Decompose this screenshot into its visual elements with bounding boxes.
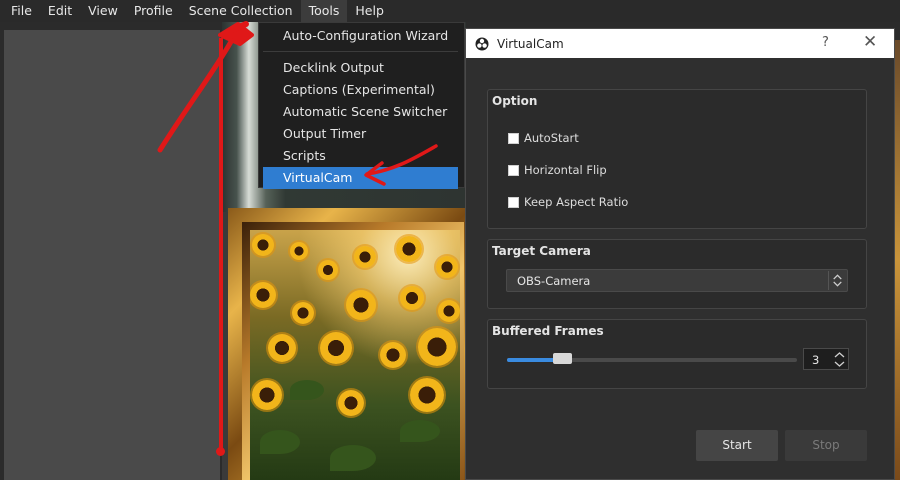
sunflower	[396, 236, 422, 262]
leaf-shape	[290, 380, 324, 400]
sunflower	[438, 300, 460, 322]
annotation-dot	[216, 447, 225, 456]
sunflower	[410, 378, 444, 412]
painting-frame-inner	[242, 222, 464, 480]
buffered-frames-slider[interactable]	[507, 358, 797, 362]
dialog-title: VirtualCam	[497, 36, 564, 51]
menu-item-virtualcam[interactable]: VirtualCam	[263, 167, 458, 189]
menu-help[interactable]: Help	[347, 0, 392, 22]
menu-view[interactable]: View	[80, 0, 126, 22]
sunflower	[292, 302, 314, 324]
annotation-line	[219, 38, 223, 452]
target-camera-group: Target Camera OBS-Camera	[487, 239, 867, 309]
keep-aspect-ratio-label: Keep Aspect Ratio	[524, 195, 629, 209]
menu-item-captions[interactable]: Captions (Experimental)	[263, 79, 458, 101]
menu-separator	[263, 51, 458, 52]
sunflower	[418, 328, 456, 366]
menu-item-automatic-scene-switcher[interactable]: Automatic Scene Switcher	[263, 101, 458, 123]
left-dock	[0, 22, 222, 480]
autostart-label: AutoStart	[524, 131, 579, 145]
sunflower	[346, 290, 376, 320]
virtualcam-dialog: VirtualCam ? ✕ Option AutoStart Horizont…	[465, 28, 895, 480]
horizontal-flip-checkbox-row[interactable]: Horizontal Flip	[508, 163, 607, 177]
dialog-titlebar[interactable]: VirtualCam ? ✕	[466, 29, 894, 58]
menu-scene-collection[interactable]: Scene Collection	[181, 0, 301, 22]
menu-bar: File Edit View Profile Scene Collection …	[0, 0, 900, 22]
sunflower	[380, 342, 406, 368]
help-icon[interactable]: ?	[822, 35, 829, 50]
start-button[interactable]: Start	[696, 430, 778, 461]
keep-aspect-ratio-checkbox[interactable]	[508, 196, 519, 208]
slider-fill	[507, 358, 555, 362]
target-camera-select[interactable]: OBS-Camera	[506, 269, 848, 292]
leaf-shape	[400, 420, 440, 442]
sunflower	[250, 282, 276, 308]
sunflower	[252, 234, 274, 256]
close-icon[interactable]: ✕	[863, 32, 877, 52]
tools-menu: Auto-Configuration Wizard Decklink Outpu…	[258, 22, 465, 189]
slider-thumb[interactable]	[553, 353, 572, 364]
menu-item-scripts[interactable]: Scripts	[263, 145, 458, 167]
updown-chevron-icon	[828, 271, 842, 290]
keep-aspect-ratio-checkbox-row[interactable]: Keep Aspect Ratio	[508, 195, 628, 209]
horizontal-flip-label: Horizontal Flip	[524, 163, 607, 177]
sunflower	[338, 390, 364, 416]
buffered-frames-group: Buffered Frames 3	[487, 319, 867, 389]
option-group: Option AutoStart Horizontal Flip Keep As…	[487, 89, 867, 229]
buffered-frames-value: 3	[812, 353, 820, 367]
sunflower	[290, 242, 308, 260]
sunflower	[400, 286, 424, 310]
background-edge	[895, 40, 900, 480]
stop-button[interactable]: Stop	[785, 430, 867, 461]
sunflower	[268, 334, 296, 362]
sunflower-painting	[250, 230, 460, 480]
option-group-title: Option	[492, 94, 538, 108]
sunflower	[252, 380, 282, 410]
buffered-frames-spinbox[interactable]: 3	[803, 348, 849, 370]
leaf-shape	[330, 445, 376, 471]
horizontal-flip-checkbox[interactable]	[508, 164, 519, 176]
menu-edit[interactable]: Edit	[40, 0, 80, 22]
menu-file[interactable]: File	[3, 0, 40, 22]
autostart-checkbox-row[interactable]: AutoStart	[508, 131, 579, 145]
sunflower	[320, 332, 352, 364]
menu-item-output-timer[interactable]: Output Timer	[263, 123, 458, 145]
menu-item-auto-configuration-wizard[interactable]: Auto-Configuration Wizard	[263, 25, 458, 47]
spin-arrows-icon[interactable]	[832, 350, 847, 369]
menu-profile[interactable]: Profile	[126, 0, 181, 22]
target-camera-group-title: Target Camera	[492, 244, 591, 258]
autostart-checkbox[interactable]	[508, 132, 519, 144]
menu-item-decklink-output[interactable]: Decklink Output	[263, 57, 458, 79]
painting-frame	[228, 208, 466, 480]
target-camera-value: OBS-Camera	[517, 274, 591, 288]
sunflower	[318, 260, 338, 280]
menu-tools[interactable]: Tools	[300, 0, 348, 22]
sunflower	[354, 246, 376, 268]
buffered-frames-group-title: Buffered Frames	[492, 324, 604, 338]
leaf-shape	[260, 430, 300, 454]
obs-logo-icon	[475, 37, 489, 50]
sunflower	[436, 256, 458, 278]
left-dock-panel	[4, 30, 220, 480]
